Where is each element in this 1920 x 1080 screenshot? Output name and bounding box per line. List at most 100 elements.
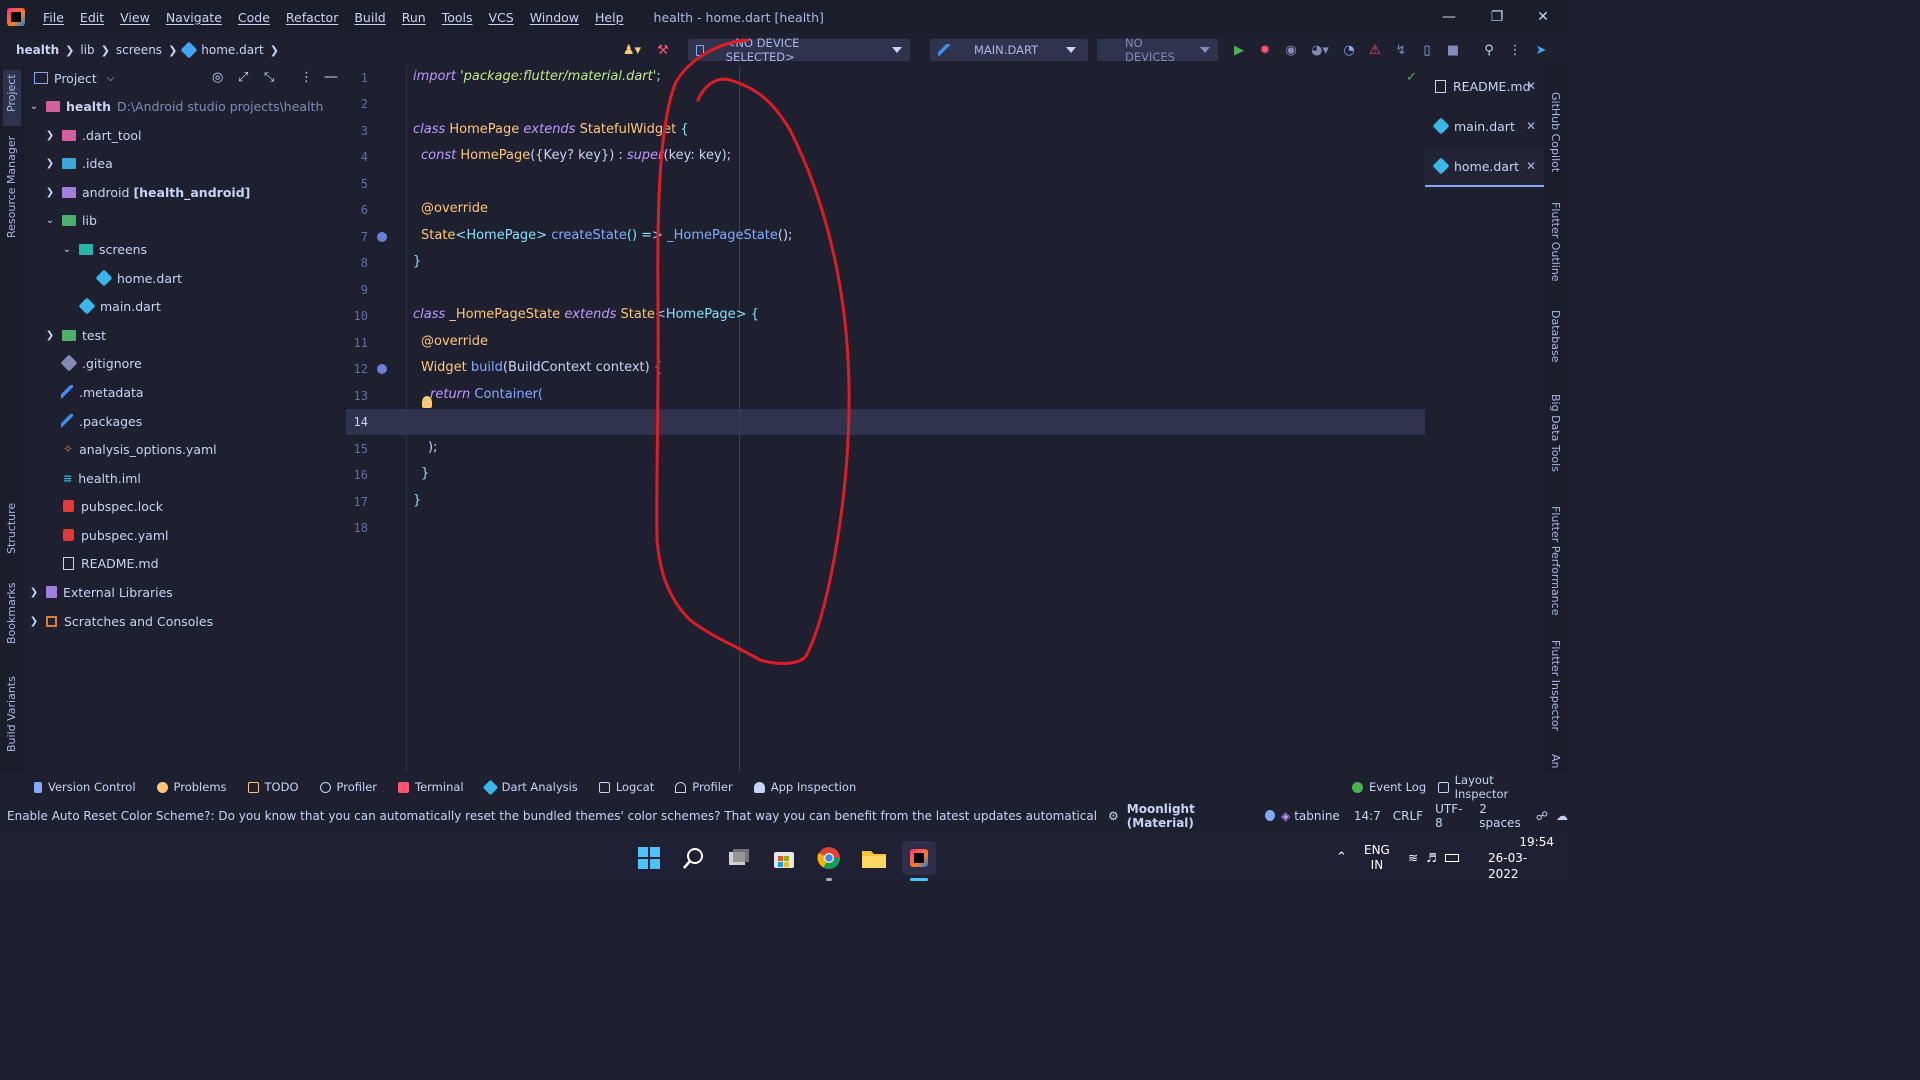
settings-sync-icon[interactable]: ⚙	[1108, 809, 1119, 823]
tool-github-copilot[interactable]: GitHub Copilot	[1549, 92, 1562, 172]
tree-item-gitignore[interactable]: .gitignore	[60, 352, 142, 374]
tool-profiler-2[interactable]: Profiler	[675, 780, 733, 794]
chevron-down-icon[interactable]: ⌄	[28, 101, 40, 112]
menu-tools[interactable]: Tools	[434, 10, 481, 25]
menu-navigate[interactable]: Navigate	[158, 10, 230, 25]
tree-item-home-dart[interactable]: home.dart	[95, 267, 182, 289]
indent-setting[interactable]: 2 spaces	[1479, 802, 1528, 830]
tree-item-health-iml[interactable]: ≡ health.iml	[61, 467, 141, 489]
breadcrumb-lib[interactable]: lib	[80, 43, 94, 57]
menu-edit[interactable]: Edit	[72, 10, 112, 25]
tool-dart-analysis[interactable]: Dart Analysis	[482, 779, 578, 795]
menu-run[interactable]: Run	[394, 10, 434, 25]
flutter-plugin-icon[interactable]: ➤	[1532, 41, 1550, 59]
tree-item-analysis-options[interactable]: ✧ analysis_options.yaml	[61, 438, 217, 460]
tree-item-pubspec-yaml[interactable]: pubspec.yaml	[61, 524, 168, 546]
tree-root[interactable]: ⌄ health D:\Android studio projects\heal…	[28, 95, 324, 117]
menu-code[interactable]: Code	[230, 10, 278, 25]
restore-button[interactable]: ❐	[1474, 0, 1520, 34]
status-message[interactable]: Enable Auto Reset Color Scheme?: Do you …	[0, 809, 1098, 823]
tree-item-idea[interactable]: ❯ .idea	[44, 152, 113, 174]
chevron-down-icon[interactable]: ⌄	[61, 244, 73, 255]
unlock-icon[interactable]: ☍	[1536, 809, 1548, 823]
cloud-icon[interactable]: ☁	[1556, 809, 1568, 823]
minimize-button[interactable]: —	[1426, 0, 1472, 34]
tool-app-inspection[interactable]: App Inspection	[753, 780, 856, 794]
code-editor[interactable]: 1 2 3 4 5 6 7 8 9 10 11 12 13 14 15 16 1…	[346, 66, 1497, 772]
cursor-position[interactable]: 14:7	[1354, 809, 1381, 823]
breadcrumb-file[interactable]: home.dart	[201, 43, 263, 57]
menu-window[interactable]: Window	[522, 10, 587, 25]
chevron-right-icon[interactable]: ❯	[44, 158, 56, 169]
tree-item-metadata[interactable]: .metadata	[61, 381, 144, 403]
hide-panel-icon[interactable]: —	[324, 69, 338, 85]
tree-item-scratches[interactable]: ❯ Scratches and Consoles	[28, 610, 213, 632]
no-problems-check-icon[interactable]: ✓	[1406, 70, 1417, 85]
tree-item-packages[interactable]: .packages	[61, 410, 142, 432]
locate-file-icon[interactable]: ◎	[212, 70, 223, 85]
task-view-button[interactable]	[722, 841, 756, 875]
search-icon[interactable]: ⚲	[1480, 41, 1498, 59]
chevron-right-icon[interactable]: ❯	[28, 616, 40, 627]
tree-item-android[interactable]: ❯ android [health_android]	[44, 181, 251, 203]
tool-terminal[interactable]: Terminal	[398, 780, 464, 794]
close-tab-icon[interactable]: ✕	[1526, 119, 1536, 133]
menu-view[interactable]: View	[112, 10, 158, 25]
chrome-button[interactable]	[812, 841, 846, 875]
apply-changes-icon[interactable]: ⚠	[1366, 41, 1384, 59]
run-icon[interactable]: ▶	[1230, 41, 1248, 59]
microsoft-store-button[interactable]	[767, 841, 801, 875]
line-separator[interactable]: CRLF	[1393, 809, 1423, 823]
chevron-down-icon[interactable]: ⌵	[107, 73, 115, 84]
theme-name[interactable]: Moonlight (Material)	[1127, 802, 1255, 830]
chevron-right-icon[interactable]: ❯	[44, 187, 56, 198]
tool-profiler[interactable]: Profiler	[319, 780, 377, 794]
profile-icon[interactable]: ◕▾	[1308, 41, 1332, 59]
expand-all-icon[interactable]: ⤢	[238, 70, 248, 85]
tree-item-pubspec-lock[interactable]: pubspec.lock	[61, 495, 163, 517]
tool-resource-manager[interactable]: Resource Manager	[5, 136, 18, 238]
override-marker-icon[interactable]	[377, 232, 387, 242]
close-tab-icon[interactable]: ✕	[1526, 79, 1536, 93]
menu-file[interactable]: File	[35, 10, 72, 25]
more-options-icon[interactable]: ⋮	[300, 70, 313, 85]
menu-vcs[interactable]: VCS	[481, 10, 522, 25]
menu-build[interactable]: Build	[346, 10, 393, 25]
collapse-all-icon[interactable]: ⤡	[264, 70, 274, 85]
attach-debugger-icon[interactable]: ◔	[1340, 41, 1358, 59]
tabnine-label[interactable]: tabnine	[1294, 809, 1340, 823]
close-tab-icon[interactable]: ✕	[1526, 159, 1536, 173]
chevron-right-icon[interactable]: ❯	[44, 130, 56, 141]
tool-logcat[interactable]: Logcat	[598, 780, 654, 794]
tab-readme[interactable]: README.md ✕	[1425, 66, 1544, 106]
tree-item-dart-tool[interactable]: ❯ .dart_tool	[44, 124, 142, 146]
tab-home-dart[interactable]: home.dart ✕	[1425, 147, 1544, 187]
close-window-button[interactable]: ✕	[1520, 0, 1566, 34]
tab-main-dart[interactable]: main.dart ✕	[1425, 106, 1544, 146]
file-explorer-button[interactable]	[857, 841, 891, 875]
tool-flutter-performance[interactable]: Flutter Performance	[1549, 506, 1562, 615]
tree-item-screens[interactable]: ⌄ screens	[61, 238, 147, 260]
tool-bookmarks[interactable]: Bookmarks	[5, 583, 18, 644]
tree-item-readme[interactable]: README.md	[61, 552, 159, 574]
intellij-taskbar-button[interactable]	[902, 841, 936, 875]
tool-todo[interactable]: TODO	[247, 780, 299, 794]
hot-reload-icon[interactable]: ↯	[1392, 41, 1410, 59]
tool-big-data-tools[interactable]: Big Data Tools	[1549, 394, 1562, 472]
code-with-me-icon[interactable]: ♟▾	[618, 41, 646, 59]
tool-structure[interactable]: Structure	[5, 503, 18, 554]
project-panel-title[interactable]: Project	[54, 71, 97, 86]
debug-icon[interactable]: ✹	[1256, 41, 1274, 59]
tree-item-test[interactable]: ❯ test	[44, 324, 106, 346]
tool-event-log[interactable]: Event Log	[1352, 780, 1426, 794]
file-encoding[interactable]: UTF-8	[1435, 802, 1467, 830]
tool-flutter-outline[interactable]: Flutter Outline	[1549, 202, 1562, 282]
hammer-icon[interactable]: ⚒	[654, 41, 672, 59]
device-manager-icon[interactable]: ▯	[1418, 41, 1436, 59]
stop-icon[interactable]: ■	[1444, 41, 1462, 59]
chevron-right-icon[interactable]: ❯	[28, 587, 40, 598]
tree-item-lib[interactable]: ⌄ lib	[44, 209, 97, 231]
tool-problems[interactable]: Problems	[156, 780, 227, 794]
tool-flutter-inspector[interactable]: Flutter Inspector	[1549, 640, 1562, 731]
devices-selector[interactable]: NO DEVICES	[1097, 36, 1218, 64]
